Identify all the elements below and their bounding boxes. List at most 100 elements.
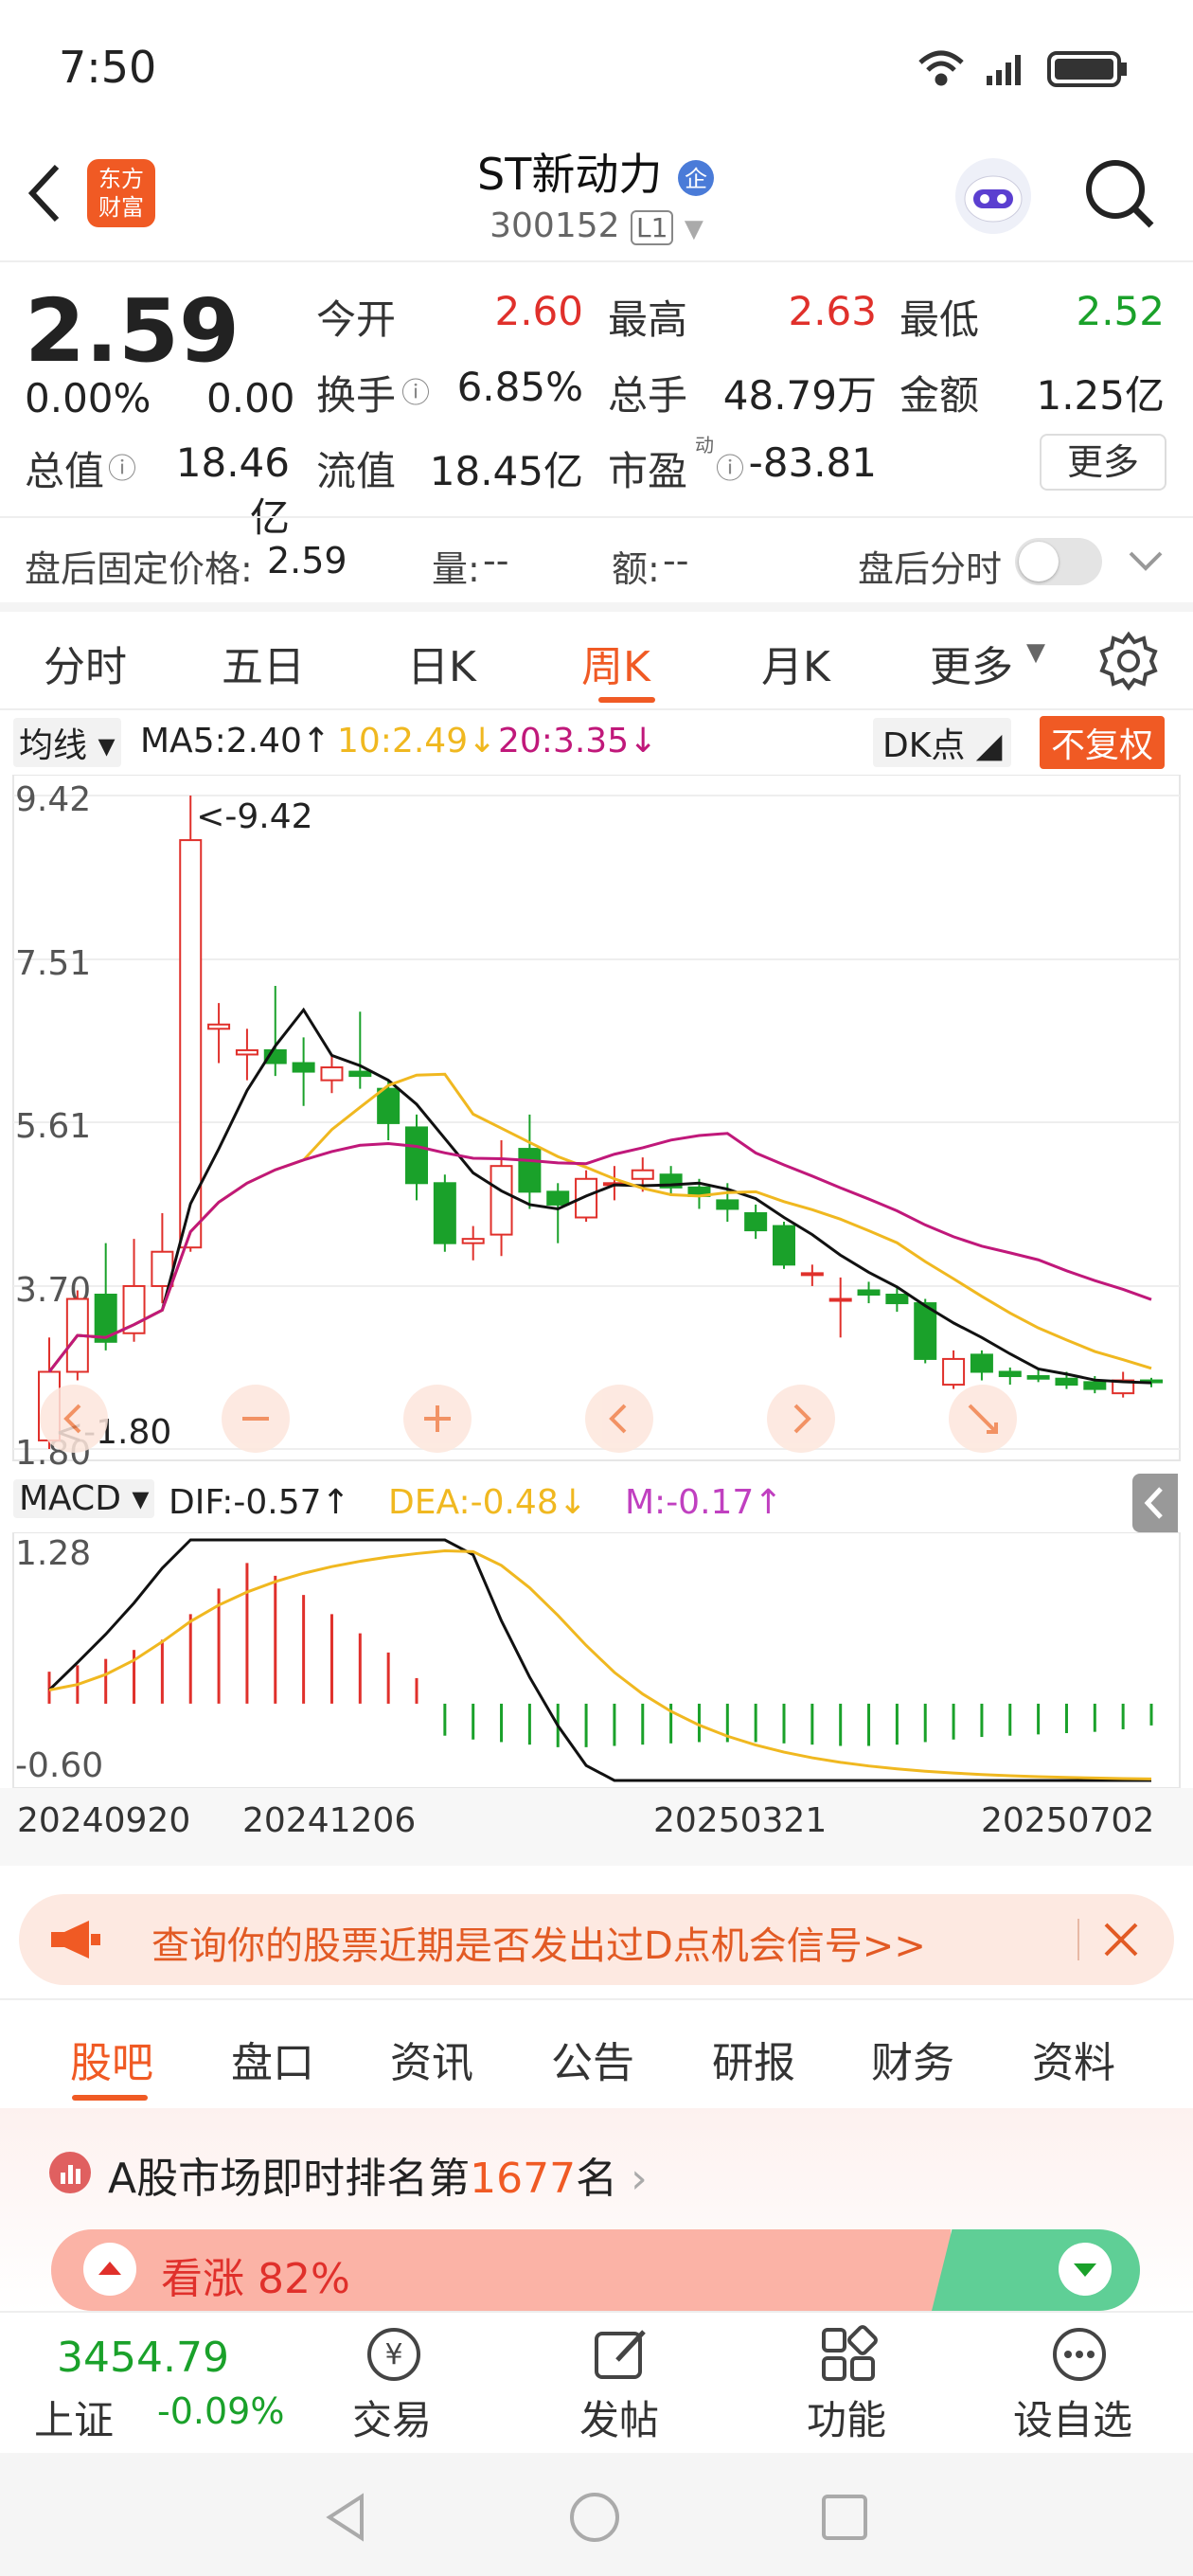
recents-square-icon[interactable] [818,2491,871,2544]
add-watchlist-button[interactable]: 设自选 [1004,2313,1155,2455]
features-button[interactable]: 功能 [792,2313,905,2455]
close-icon[interactable] [1102,1921,1140,1959]
dropdown-caret-icon[interactable]: ▼ [685,215,703,243]
tab-research[interactable]: 研报 [712,2029,795,2089]
candle-body [235,1048,258,1056]
back-triangle-icon[interactable] [322,2491,369,2544]
ma-selector[interactable]: 均线 ▾ [13,718,121,767]
tab-finance[interactable]: 财务 [871,2029,954,2089]
after-hours-toggle[interactable] [1015,538,1102,585]
tab-daily-k[interactable]: 日K [407,633,476,693]
sentiment-bar[interactable]: 看涨 82% [51,2229,1140,2311]
quote-panel: 2.59 0.00% 0.00 今开 2.60 最高 2.63 最低 2.52 … [0,263,1193,541]
dif-value: DIF:-0.57↑ [169,1483,350,1522]
macd-chart[interactable]: 1.28 -0.60 [0,1532,1193,1788]
tab-guba[interactable]: 股吧 [70,2029,153,2089]
candle-body [1026,1375,1050,1380]
trade-button[interactable]: ¥ 交易 [337,2313,451,2455]
candle-body [179,839,203,1249]
tab-five-day[interactable]: 五日 [222,633,305,693]
tab-timeshare[interactable]: 分时 [44,633,127,693]
chart-right-button[interactable] [767,1385,835,1453]
candle-body [857,1289,881,1297]
more-dots-icon [1053,2328,1106,2381]
ranking-text[interactable]: A股市场即时排名第1677名 › [108,2144,648,2205]
after-hours-price-label: 盘后固定价格: [25,548,253,590]
chart-left-button[interactable] [585,1385,653,1453]
tab-announcements[interactable]: 公告 [551,2029,634,2089]
index-widget[interactable]: 3454.79 上证 -0.09% [0,2313,284,2455]
chart-arrow-button[interactable] [40,1385,108,1453]
divider [0,602,1193,612]
kline-chart[interactable]: 9.427.515.613.701.80<-9.42<-1.80 [0,775,1193,1477]
tab-monthly-k[interactable]: 月K [761,633,830,693]
home-circle-icon[interactable] [568,2491,621,2544]
info-icon[interactable]: ⓘ [401,369,430,411]
low-value: 2.52 [1076,288,1165,334]
ma-legend: 均线 ▾ MA5:2.40↑ 10:2.49↓ 20:3.35↓ DK点 ◢ 不… [0,712,1193,775]
chart-minus-button[interactable] [222,1385,290,1453]
system-nav-bar [0,2453,1193,2576]
change-percent: 0.00% [25,375,151,421]
robot-assistant-icon[interactable] [953,155,1034,237]
ma5-value: MA5:2.40↑ [140,722,331,760]
banner-text: 查询你的股票近期是否发出过D点机会信号>> [151,1924,926,1968]
candle-body [631,1169,654,1180]
dea-value: DEA:-0.48↓ [388,1483,587,1522]
dock-label: 发帖 [579,2397,660,2443]
turnover-label: 换手 [316,372,397,419]
tab-profile[interactable]: 资料 [1032,2029,1115,2089]
chart-plus-button[interactable] [403,1385,472,1453]
tab-more[interactable]: 更多 [930,633,1013,693]
status-time: 7:50 [59,42,157,93]
d-point-banner[interactable]: 查询你的股票近期是否发出过D点机会信号>> [19,1894,1174,1985]
candle-body [1083,1381,1107,1390]
search-icon[interactable] [1081,155,1157,231]
high-label: 最高 [608,296,688,343]
macd-axis-label: 1.28 [15,1534,91,1573]
m-value: M:-0.17↑ [625,1483,783,1522]
adjust-mode-button[interactable]: 不复权 [1040,716,1166,769]
candle-body [1055,1377,1078,1386]
candle-body [546,1190,570,1206]
pe-label: 市盈 [608,448,688,494]
tab-order-book[interactable]: 盘口 [231,2029,314,2089]
info-icon[interactable]: ⓘ [108,445,136,487]
macd-legend: MACD ▾ DIF:-0.57↑ DEA:-0.48↓ M:-0.17↑ [0,1474,1193,1534]
candle-body [320,1066,344,1082]
last-price: 2.59 [25,280,240,382]
candle-body [518,1148,542,1193]
pe-value: -83.81 [748,439,877,486]
more-button[interactable]: 更多 [1040,434,1166,491]
ma5-line [47,1007,1152,1385]
ma20-line [47,1132,1152,1373]
after-hours-timeshare-label: 盘后分时 [858,548,1003,590]
battery-icon [1047,51,1127,87]
dock-label: 设自选 [1013,2397,1133,2443]
bullish-icon [83,2243,136,2296]
post-button[interactable]: 发帖 [564,2313,678,2455]
macd-frame [12,1532,1181,1788]
side-panel-toggle[interactable] [1132,1474,1178,1532]
candle-body [773,1225,795,1266]
indicator-selector[interactable]: MACD ▾ [13,1479,155,1518]
chart-expand-button[interactable] [949,1385,1017,1453]
svg-text:¥: ¥ [384,2338,402,2371]
index-change: -0.09% [157,2390,285,2432]
tab-weekly-k[interactable]: 周K [581,633,650,693]
candle-body [942,1357,966,1386]
yen-exchange-icon: ¥ [367,2328,420,2381]
date-label: 20240920 [17,1801,191,1840]
tab-news[interactable]: 资讯 [390,2029,473,2089]
chevron-left-icon [1144,1487,1163,1519]
candle-body [998,1370,1022,1378]
info-icon[interactable]: ⓘ [716,445,744,487]
level-badge: L1 [631,210,674,245]
gear-icon[interactable] [1098,631,1159,691]
svg-text:企: 企 [685,166,707,192]
ma10-line [47,1072,1152,1373]
chevron-down-icon[interactable] [1129,551,1163,572]
dk-point-selector[interactable]: DK点 ◢ [873,718,1012,767]
active-tab-indicator [72,2095,148,2101]
candle-body [885,1294,909,1305]
